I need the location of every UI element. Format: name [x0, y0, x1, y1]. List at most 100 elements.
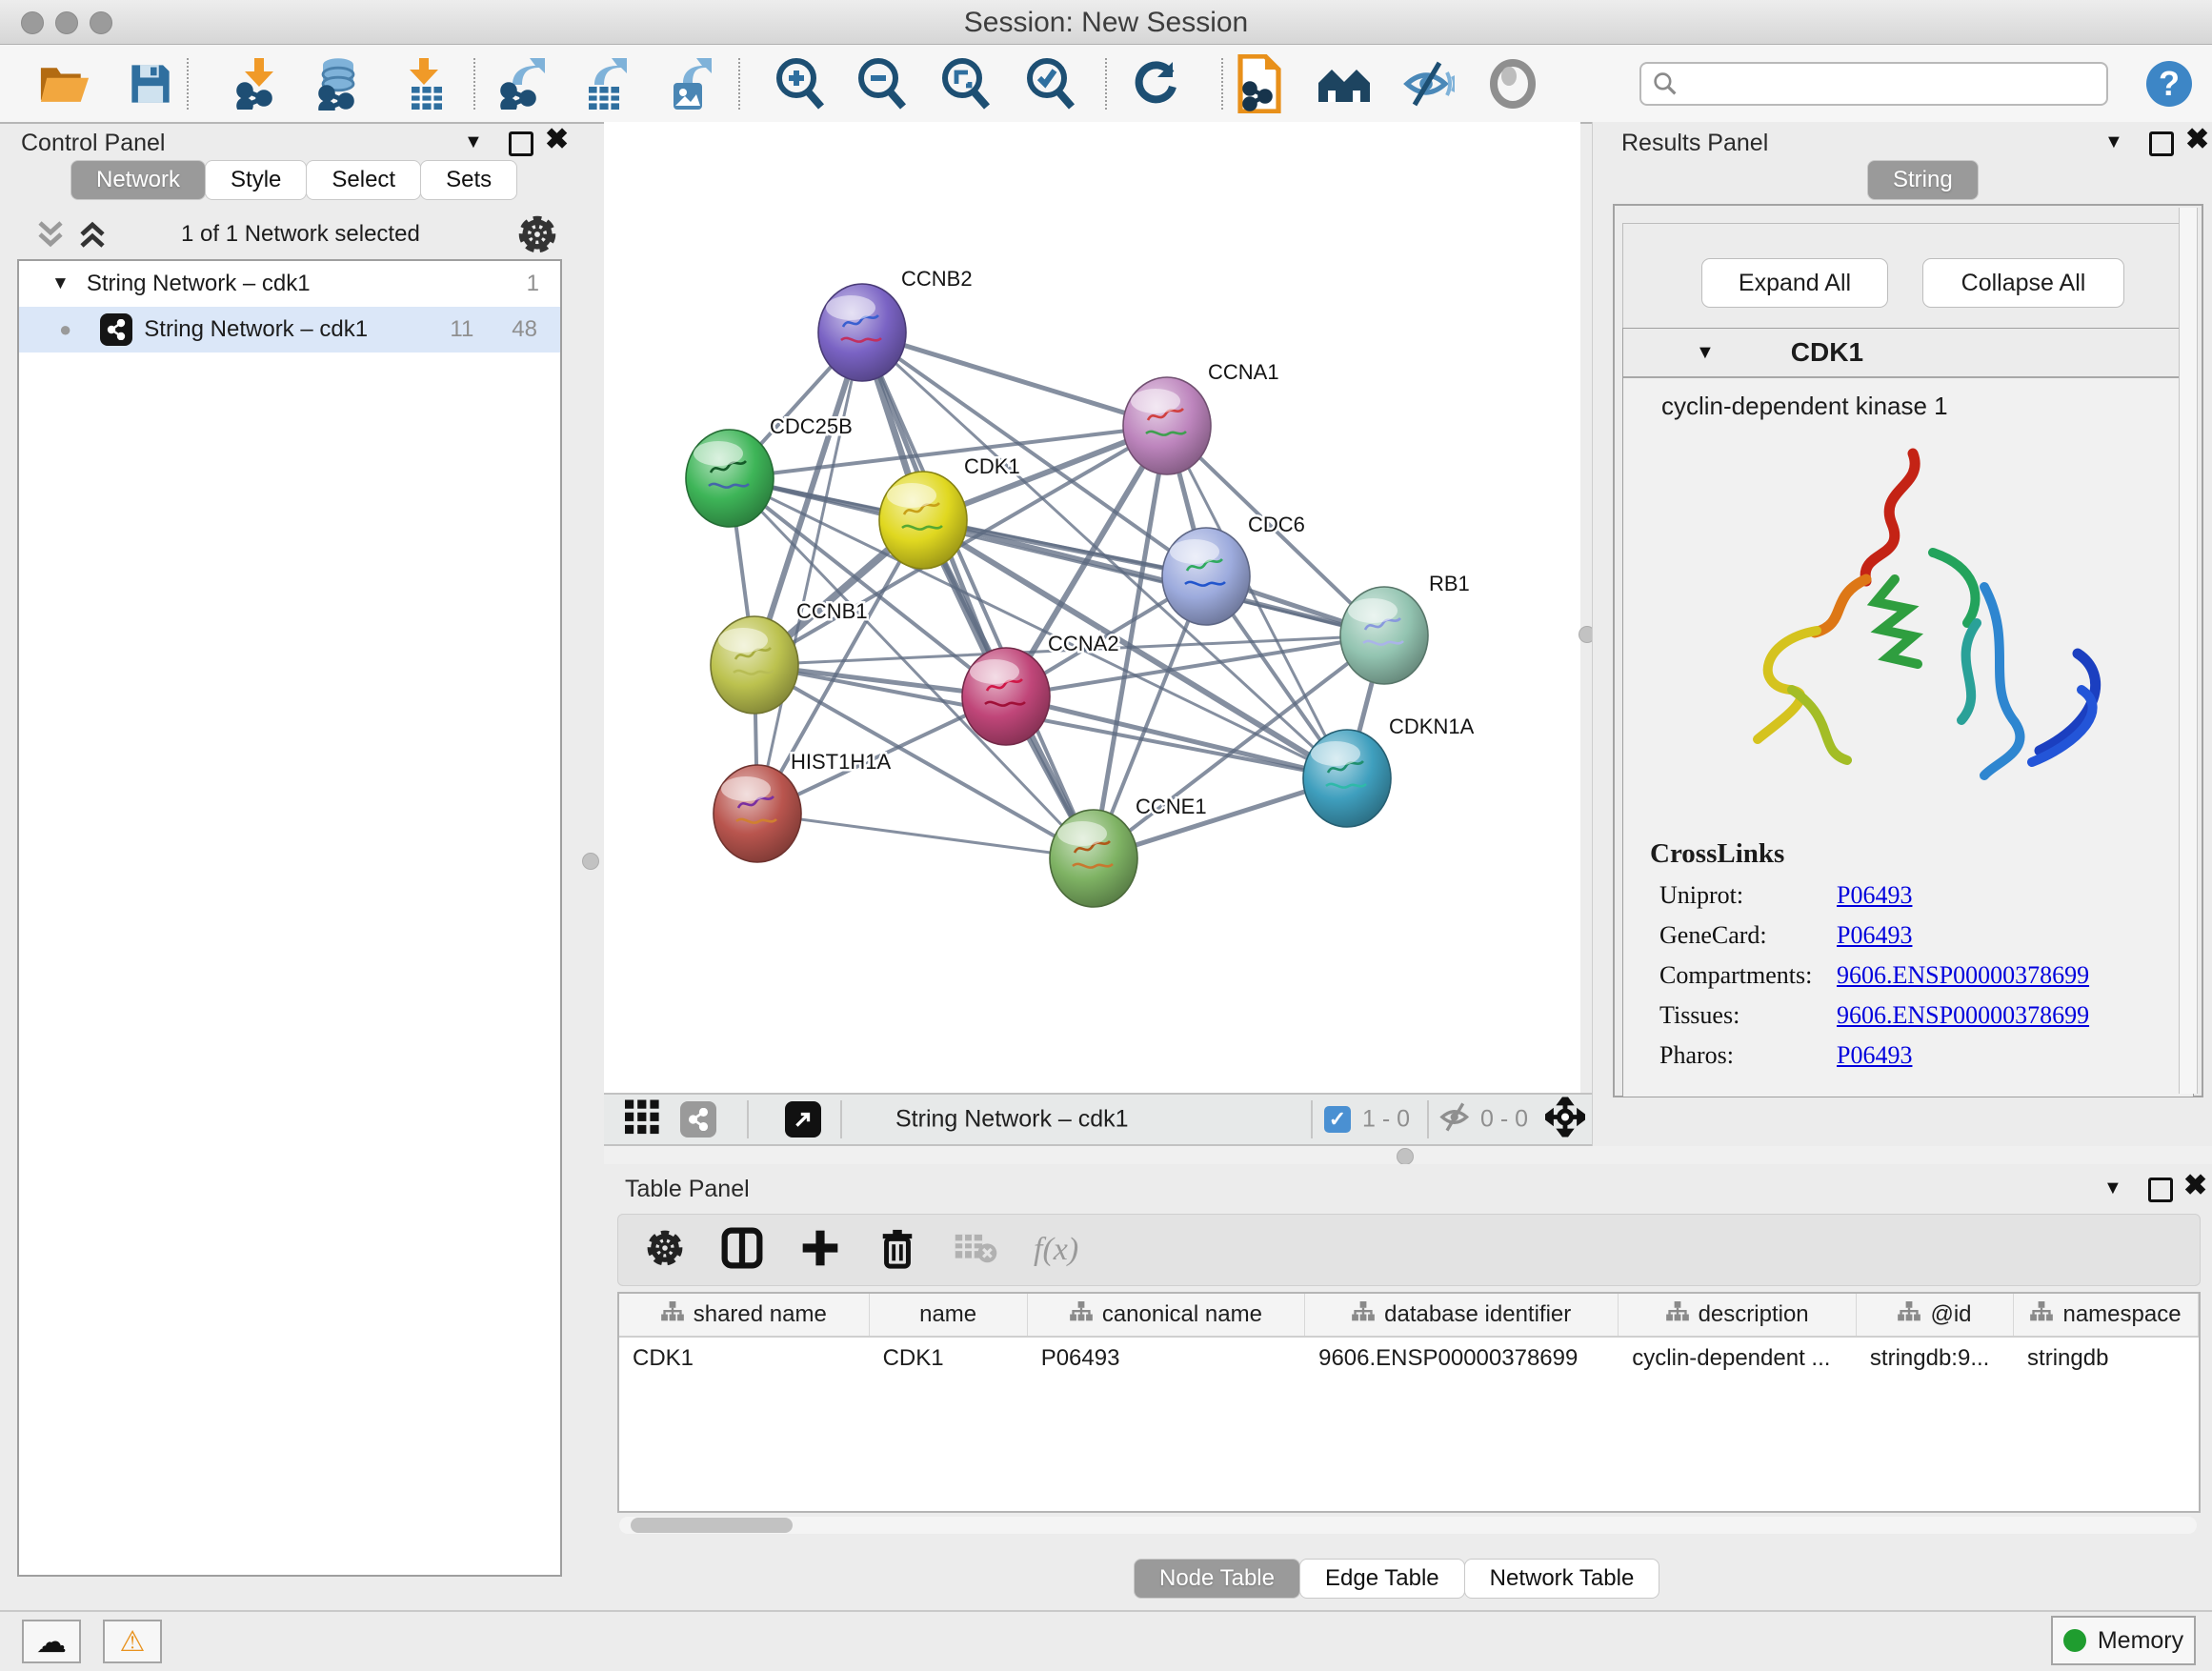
table-cell[interactable]: CDK1	[619, 1338, 870, 1379]
network-overview-houses-icon[interactable]	[1315, 60, 1374, 108]
column-header-sharedname[interactable]: shared name	[619, 1294, 870, 1336]
gene-card-header[interactable]: ▼ CDK1	[1623, 329, 2193, 378]
control-panel-float-icon[interactable]	[509, 131, 533, 161]
show-columns-icon[interactable]	[721, 1227, 763, 1274]
horizontal-splitter-grip[interactable]	[1397, 1148, 1414, 1165]
table-cell[interactable]: 9606.ENSP00000378699	[1305, 1338, 1619, 1379]
network-canvas[interactable]: CCNB2CCNA1CDC25BCDK1CDC6RB1CCNB1CCNA2CDK…	[604, 122, 1580, 1093]
memory-button[interactable]: Memory	[2051, 1616, 2196, 1665]
open-session-icon[interactable]	[38, 62, 91, 106]
node-ccnb1[interactable]	[711, 616, 798, 714]
zoom-out-icon[interactable]	[855, 57, 909, 111]
network-collection-row[interactable]: ▼ String Network – cdk1 1	[19, 261, 560, 307]
tab-node-table[interactable]: Node Table	[1134, 1559, 1300, 1599]
save-session-icon[interactable]	[128, 61, 173, 107]
selected-checkbox-icon[interactable]: ✓	[1324, 1106, 1351, 1133]
tab-network[interactable]: Network	[70, 160, 206, 200]
results-panel-float-icon[interactable]	[2149, 131, 2174, 161]
crosslink-value-link[interactable]: 9606.ENSP00000378699	[1837, 961, 2089, 990]
node-cdc25b[interactable]	[686, 430, 774, 527]
node-ccna1[interactable]	[1123, 377, 1211, 474]
crosslink-value-link[interactable]: 9606.ENSP00000378699	[1837, 1001, 2089, 1030]
results-panel-close-icon[interactable]: ✖	[2185, 126, 2209, 154]
results-panel-collapse-icon[interactable]: ▼	[2104, 131, 2123, 153]
network-row[interactable]: ● String Network – cdk1 11 48	[19, 307, 560, 352]
detach-view-icon[interactable]	[785, 1101, 821, 1137]
edge-ccnb2-ccna1[interactable]	[862, 332, 1167, 426]
help-icon[interactable]: ?	[2144, 59, 2194, 109]
column-header-databaseidentifier[interactable]: database identifier	[1305, 1294, 1619, 1336]
network-graph[interactable]: CCNB2CCNA1CDC25BCDK1CDC6RB1CCNB1CCNA2CDK…	[604, 122, 1580, 1093]
expand-all-button[interactable]: Expand All	[1701, 258, 1888, 308]
table-cell[interactable]: P06493	[1028, 1338, 1305, 1379]
column-header-namespace[interactable]: namespace	[2014, 1294, 2199, 1336]
table-options-gear-icon[interactable]	[645, 1228, 685, 1273]
export-network-icon[interactable]	[499, 58, 551, 110]
node-cdc6[interactable]	[1162, 528, 1250, 625]
crosslink-value-link[interactable]: P06493	[1837, 1041, 1912, 1070]
add-column-icon[interactable]	[799, 1227, 841, 1274]
birdseye-grid-icon[interactable]	[625, 1100, 659, 1139]
tab-string[interactable]: String	[1867, 160, 1979, 200]
zoom-selected-icon[interactable]	[1024, 57, 1077, 111]
crosslink-value-link[interactable]: P06493	[1837, 921, 1912, 950]
table-cell[interactable]: CDK1	[870, 1338, 1028, 1379]
column-header-description[interactable]: description	[1619, 1294, 1857, 1336]
control-panel-collapse-icon[interactable]: ▼	[464, 131, 483, 153]
node-cdk1[interactable]	[879, 472, 967, 569]
tab-style[interactable]: Style	[205, 160, 307, 200]
node-rb1[interactable]	[1340, 587, 1428, 684]
table-cell[interactable]: stringdb	[2014, 1338, 2199, 1379]
export-image-icon[interactable]	[666, 58, 717, 110]
warnings-button[interactable]: ⚠	[103, 1620, 162, 1663]
tab-network-table[interactable]: Network Table	[1464, 1559, 1660, 1599]
refresh-icon[interactable]	[1131, 58, 1182, 110]
edge-ccnb2-ccne1[interactable]	[862, 332, 1094, 858]
scrollbar-thumb[interactable]	[631, 1518, 793, 1533]
table-panel-close-icon[interactable]: ✖	[2183, 1172, 2207, 1200]
search-input[interactable]	[1639, 62, 2108, 106]
column-header-canonicalname[interactable]: canonical name	[1028, 1294, 1305, 1336]
collection-expand-icon[interactable]: ▼	[51, 273, 70, 294]
column-header-name[interactable]: name	[870, 1294, 1028, 1336]
tab-edge-table[interactable]: Edge Table	[1299, 1559, 1465, 1599]
network-options-gear-icon[interactable]	[516, 213, 558, 260]
collapse-all-networks-icon[interactable]	[76, 219, 109, 254]
left-splitter-grip[interactable]	[582, 853, 599, 870]
column-header-id[interactable]: @id	[1857, 1294, 2014, 1336]
import-table-icon[interactable]	[400, 58, 452, 110]
show-eye-icon[interactable]	[1488, 59, 1538, 109]
expand-all-networks-icon[interactable]	[34, 219, 67, 254]
results-vertical-scrollbar[interactable]	[2179, 208, 2198, 1094]
hide-panel-eye-slash-icon[interactable]	[1401, 59, 1455, 109]
zoom-in-icon[interactable]	[774, 57, 827, 111]
table-cell[interactable]: stringdb:9...	[1857, 1338, 2014, 1379]
gene-collapse-icon[interactable]: ▼	[1696, 342, 1715, 364]
table-panel-collapse-icon[interactable]: ▼	[2103, 1178, 2122, 1199]
collapse-all-button[interactable]: Collapse All	[1922, 258, 2124, 308]
delete-column-trash-icon[interactable]	[877, 1226, 917, 1275]
cloud-button[interactable]: ☁	[22, 1620, 81, 1663]
table-cell[interactable]: cyclin-dependent ...	[1619, 1338, 1857, 1379]
table-panel-float-icon[interactable]	[2148, 1178, 2173, 1207]
view-share-toggle-icon[interactable]	[680, 1101, 716, 1137]
node-ccna2[interactable]	[962, 648, 1050, 745]
edge-hist1h1a-ccne1[interactable]	[757, 814, 1094, 858]
import-network-from-database-icon[interactable]	[312, 57, 365, 111]
tab-sets[interactable]: Sets	[420, 160, 517, 200]
node-ccnb2[interactable]	[818, 284, 906, 381]
edge-ccnb2-hist1h1a[interactable]	[757, 332, 862, 814]
node-ccne1[interactable]	[1050, 810, 1137, 907]
import-network-icon[interactable]	[235, 58, 287, 110]
table-horizontal-scrollbar[interactable]	[619, 1517, 2197, 1534]
crosslink-value-link[interactable]: P06493	[1837, 881, 1912, 910]
tab-select[interactable]: Select	[306, 160, 421, 200]
pan-crosshair-icon[interactable]	[1545, 1097, 1585, 1142]
zoom-fit-icon[interactable]	[939, 57, 993, 111]
table-row[interactable]: CDK1CDK1P064939606.ENSP00000378699cyclin…	[619, 1338, 2199, 1379]
export-table-icon[interactable]	[581, 58, 633, 110]
node-hist1h1a[interactable]	[714, 765, 801, 862]
node-cdkn1a[interactable]	[1303, 730, 1391, 827]
control-panel-close-icon[interactable]: ✖	[545, 126, 569, 154]
string-import-icon[interactable]	[1233, 54, 1286, 113]
